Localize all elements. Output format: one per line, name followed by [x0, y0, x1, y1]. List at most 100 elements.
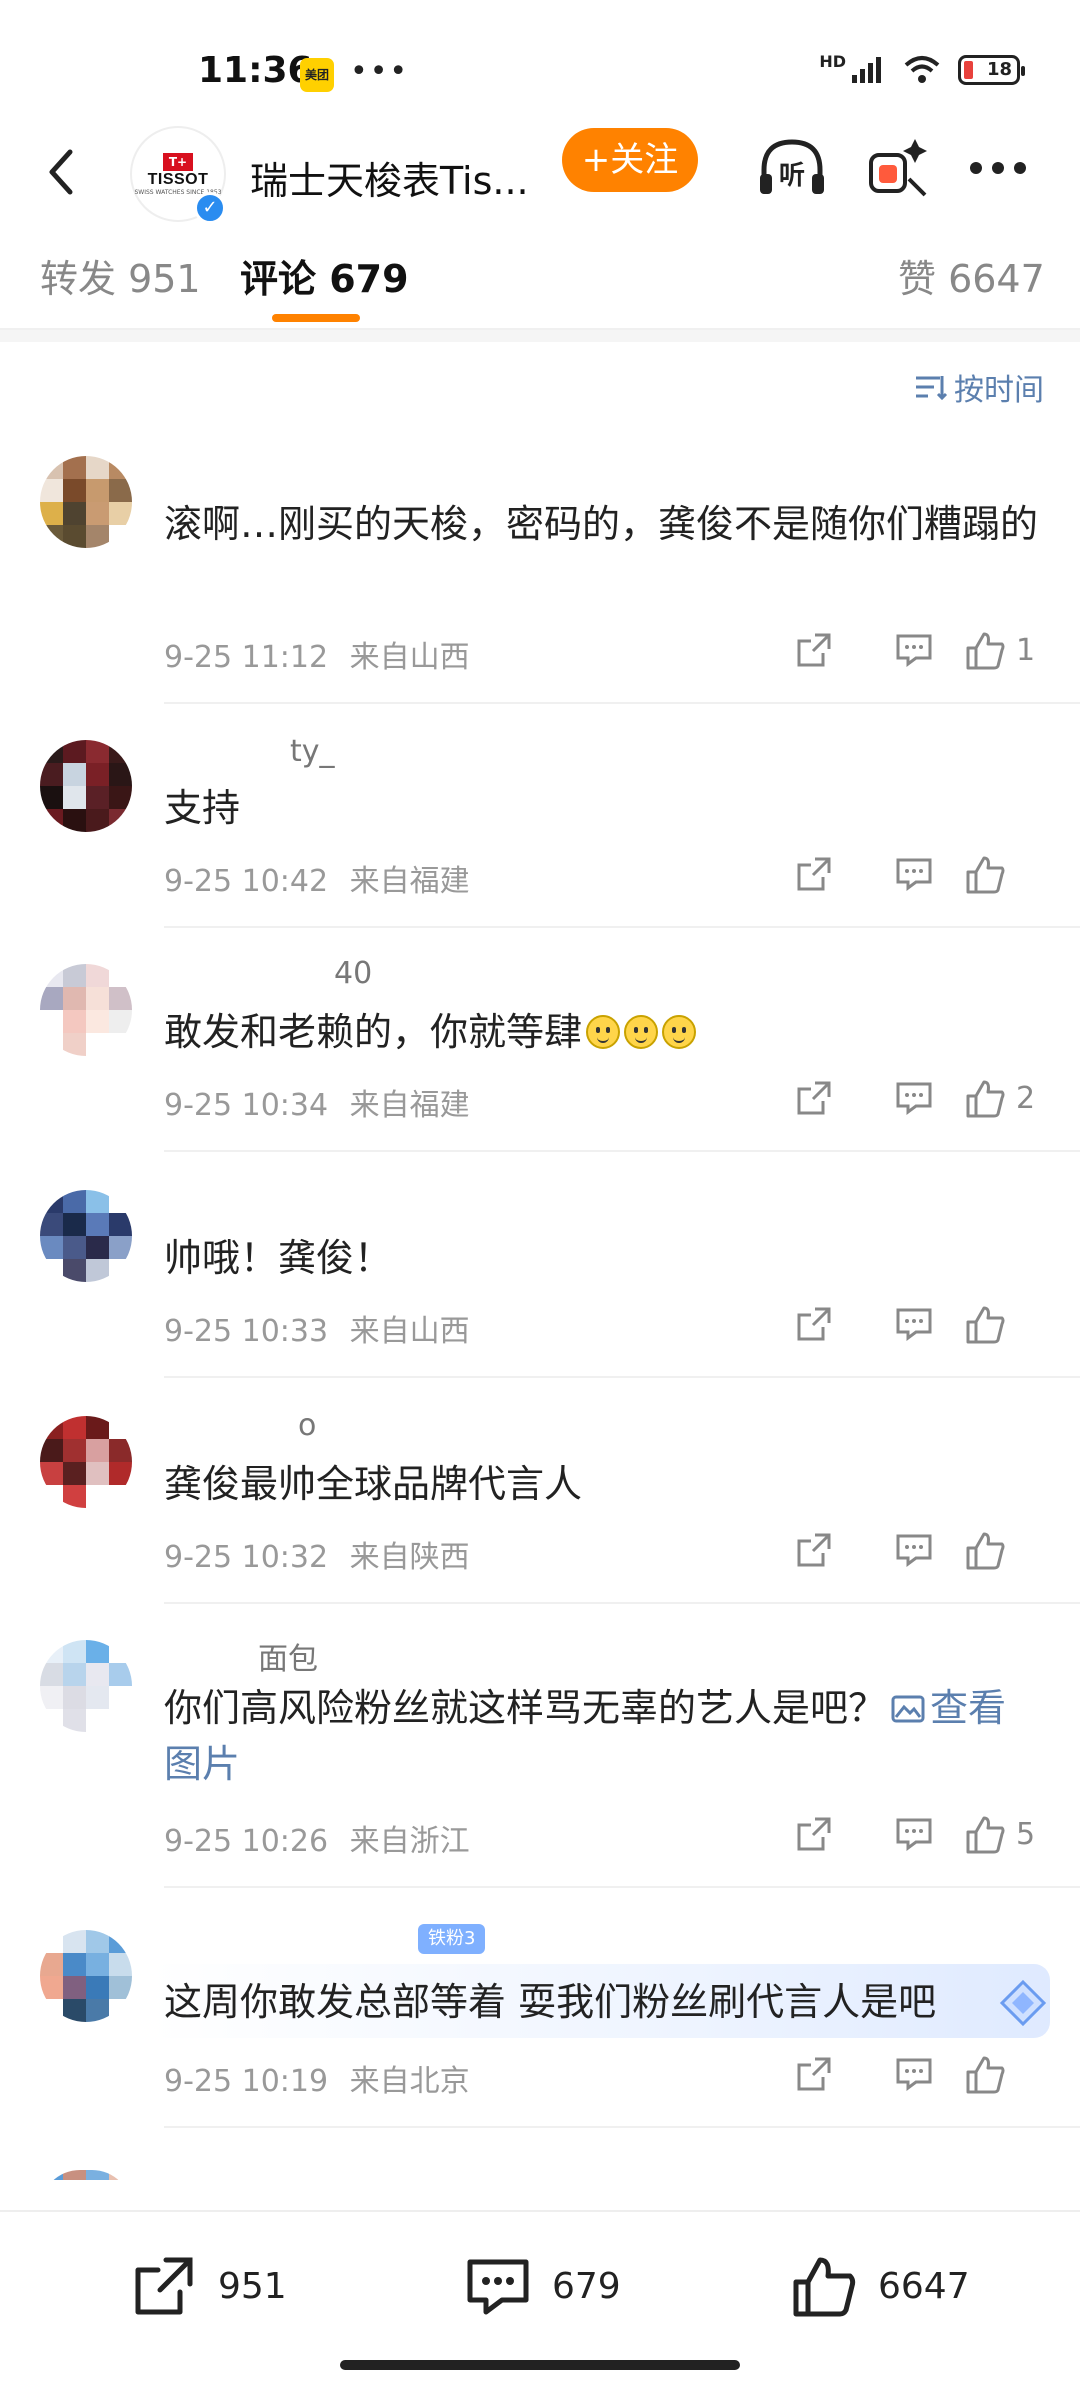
comment-text: 龚俊最帅全球品牌代言人	[164, 1462, 583, 1506]
reply-button[interactable]	[864, 2050, 964, 2098]
like-button[interactable]: 2	[964, 1078, 1044, 1118]
like-count: 5	[1016, 1816, 1036, 1852]
ai-assistant-icon	[869, 139, 927, 197]
reply-button[interactable]	[864, 626, 964, 674]
like-post-button[interactable]: 6647	[790, 2254, 970, 2318]
comment-meta: 9-25 10:32 来自陕西	[164, 1532, 470, 1576]
avatar[interactable]	[40, 740, 132, 832]
more-notifications-icon: •••	[350, 54, 410, 89]
reply-button[interactable]	[864, 1300, 964, 1348]
comment-button[interactable]: 679	[464, 2254, 621, 2318]
avatar[interactable]	[40, 964, 132, 1056]
comment-divider	[164, 702, 1080, 704]
like-button[interactable]	[964, 854, 1044, 894]
like-button[interactable]	[964, 1530, 1044, 1570]
thumbs-up-icon	[966, 632, 1005, 670]
like-count: 1	[1016, 632, 1036, 668]
like-button[interactable]: 1	[964, 630, 1044, 670]
comment-location: 来自浙江	[349, 1824, 470, 1859]
comment-text: 支持	[164, 786, 241, 830]
more-options-button[interactable]	[958, 128, 1038, 208]
share-icon	[797, 857, 831, 891]
comment-time: 9-25 10:33	[164, 1314, 329, 1349]
sort-by-time-button[interactable]: 按时间	[914, 365, 1044, 409]
like-button[interactable]	[964, 1304, 1044, 1344]
comment-text-content: 你们高风险粉丝就这样骂无辜的艺人是吧？	[164, 1686, 887, 1730]
share-button[interactable]	[764, 850, 864, 898]
meituan-notification-icon: 美团	[300, 58, 334, 92]
top-nav: T+ TISSOT SWISS WATCHES SINCE 1853 ✓ 瑞士天…	[0, 120, 1080, 230]
tab-bar: 转发 951 评论 679 赞 6647	[0, 240, 1080, 330]
reply-icon	[896, 1534, 932, 1567]
share-button[interactable]	[764, 1810, 864, 1858]
reply-button[interactable]	[864, 1810, 964, 1858]
thumbs-up-icon	[966, 1816, 1005, 1854]
reply-icon	[896, 2058, 932, 2091]
battery-level: 18	[986, 59, 1012, 80]
reply-button[interactable]	[864, 1526, 964, 1574]
avatar[interactable]	[40, 456, 132, 548]
sort-icon	[916, 376, 948, 401]
hd-label: HD	[819, 51, 846, 71]
comment-text-content: 敢发和老赖的，你就等肆	[164, 1010, 583, 1054]
repost-button[interactable]: 951	[130, 2254, 287, 2318]
back-arrow-icon[interactable]	[32, 142, 92, 202]
comment-actions	[764, 1526, 1044, 1574]
active-tab-indicator	[272, 314, 360, 322]
tab-reposts[interactable]: 转发 951	[40, 248, 201, 303]
comment-icon	[467, 2259, 529, 2315]
comment-divider	[164, 1886, 1080, 1888]
reply-button[interactable]	[864, 1074, 964, 1122]
home-indicator[interactable]	[340, 2360, 740, 2370]
comment-location: 来自北京	[349, 2064, 470, 2099]
comment-meta: 9-25 10:33 来自山西	[164, 1306, 470, 1350]
comment-location: 来自山西	[349, 640, 470, 675]
svg-text:听: 听	[779, 161, 805, 191]
avatar[interactable]	[40, 1416, 132, 1508]
comment-text: 滚啊…刚买的天梭，密码的，龚俊不是随你们糟蹋的	[164, 502, 1039, 546]
status-time: 11:36	[198, 50, 313, 91]
share-button[interactable]	[764, 626, 864, 674]
comment-author[interactable]: ty_	[290, 734, 335, 769]
diamond-icon	[999, 1979, 1047, 2027]
comment-divider	[164, 1602, 1080, 1604]
comment-time: 9-25 10:26	[164, 1824, 329, 1859]
comment-time: 9-25 10:19	[164, 2064, 329, 2099]
comment-text: 敢发和老赖的，你就等肆	[164, 1004, 1044, 1060]
share-button[interactable]	[764, 2050, 864, 2098]
avatar[interactable]	[40, 2170, 132, 2210]
share-icon	[797, 1533, 831, 1567]
ai-assistant-button[interactable]	[858, 128, 938, 208]
thumbs-up-icon	[966, 856, 1005, 894]
like-button[interactable]: 5	[964, 1814, 1044, 1854]
comment-divider	[164, 926, 1080, 928]
avatar[interactable]	[40, 1190, 132, 1282]
listen-button[interactable]: 听	[752, 128, 832, 208]
avatar[interactable]	[40, 1930, 132, 2022]
comment-meta: 9-25 11:12 来自山西	[164, 632, 470, 676]
smile-emoji-icon	[662, 1015, 697, 1049]
reply-button[interactable]	[864, 850, 964, 898]
headphones-icon: 听	[760, 139, 824, 194]
comment-location: 来自山西	[349, 1314, 470, 1349]
comment-author[interactable]: 面包	[258, 1634, 318, 1678]
tissot-logo-mark: T+	[163, 152, 193, 171]
reply-icon	[896, 858, 932, 891]
tab-comments[interactable]: 评论 679	[240, 248, 409, 303]
comment-author[interactable]: o	[298, 1408, 316, 1443]
thumbs-up-icon	[966, 2056, 1005, 2094]
account-title[interactable]: 瑞士天梭表Tis...	[250, 150, 529, 205]
avatar[interactable]	[40, 1640, 132, 1732]
thumbs-up-icon	[966, 1080, 1005, 1118]
repost-count: 951	[218, 2265, 287, 2307]
follow-button[interactable]: +关注	[562, 128, 698, 192]
share-button[interactable]	[764, 1526, 864, 1574]
tab-likes[interactable]: 赞 6647	[898, 248, 1045, 303]
like-button[interactable]	[964, 2054, 1044, 2094]
share-icon	[797, 1081, 831, 1115]
comment-text: 你们高风险粉丝就这样骂无辜的艺人是吧？ 查看图片	[164, 1680, 1044, 1792]
share-button[interactable]	[764, 1074, 864, 1122]
share-icon	[797, 633, 831, 667]
comment-author[interactable]: 40	[334, 956, 372, 991]
share-button[interactable]	[764, 1300, 864, 1348]
